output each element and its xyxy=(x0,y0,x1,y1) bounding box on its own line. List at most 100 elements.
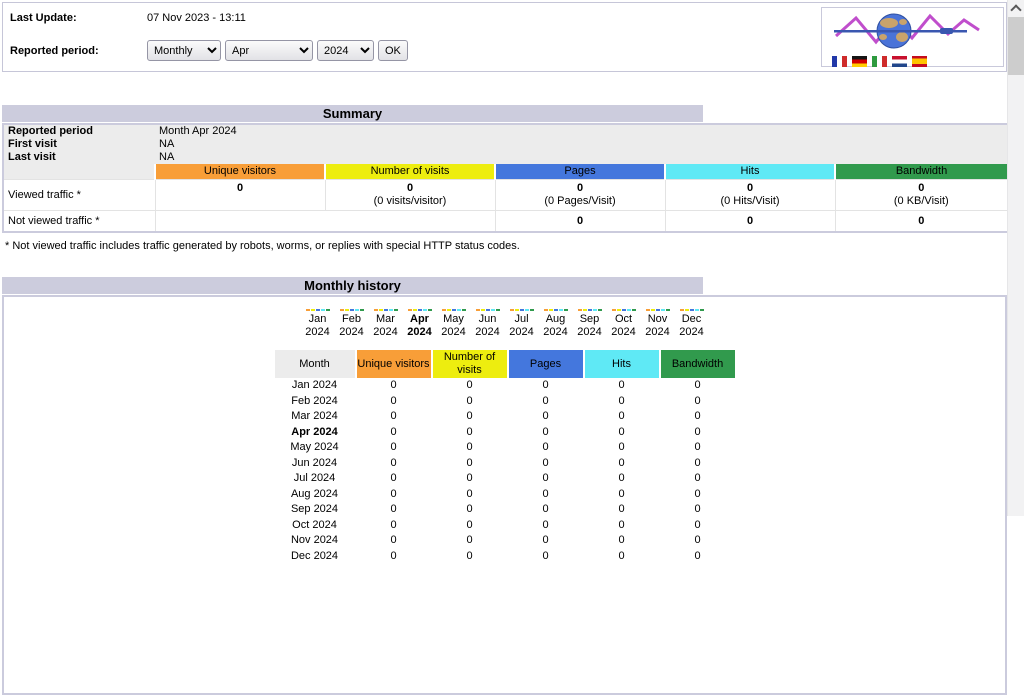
chart-bars xyxy=(607,307,641,311)
chart-month-year: 2024 xyxy=(475,326,500,338)
mh-value-cell: 0 xyxy=(390,441,397,454)
mh-value-cell: 0 xyxy=(542,456,549,469)
chart-month-label: Jun xyxy=(478,313,497,325)
mh-month-cell: Jun 2024 xyxy=(291,456,338,469)
awstats-page: Last Update: 07 Nov 2023 - 13:11 Reported… xyxy=(2,2,1010,695)
chart-bars xyxy=(471,307,505,311)
mh-value-cell: 0 xyxy=(694,410,701,423)
chart-month-year: 2024 xyxy=(373,326,398,338)
mh-value-cell: 0 xyxy=(694,379,701,392)
chart-bar xyxy=(388,309,393,311)
mh-value-cell: 0 xyxy=(466,518,473,531)
mh-value-cell: 0 xyxy=(694,425,701,438)
chart-bar xyxy=(563,309,568,311)
chart-month-label: Jan xyxy=(308,313,327,325)
summary-column-header: Pages xyxy=(494,164,666,180)
viewed-traffic-value: 0 (0 KB/Visit) xyxy=(834,179,1009,211)
flag-fr-icon[interactable] xyxy=(832,56,847,67)
chart-bar xyxy=(461,309,466,311)
chart-bar xyxy=(616,309,621,311)
chart-bar xyxy=(349,309,354,311)
flag-de-icon[interactable] xyxy=(852,56,867,67)
chart-month-year: 2024 xyxy=(679,326,704,338)
mh-value-cell: 0 xyxy=(390,549,397,562)
scroll-up-button[interactable] xyxy=(1008,0,1024,16)
chart-month-label: May xyxy=(443,313,464,325)
chart-bar xyxy=(378,309,383,311)
chart-bars xyxy=(539,307,573,311)
chart-month-year: 2024 xyxy=(305,326,330,338)
mh-month-cell: Aug 2024 xyxy=(290,487,339,500)
not-viewed-empty-cell xyxy=(154,210,496,233)
mh-month-cell: Mar 2024 xyxy=(291,410,338,423)
mh-row: Dec 2024 0 0 0 0 0 xyxy=(275,549,735,565)
period-month-select[interactable]: Apr xyxy=(225,40,313,61)
first-visit-label: First visit xyxy=(3,138,155,151)
chart-month: Jul 2024 xyxy=(505,307,539,339)
chart-bar xyxy=(582,309,587,311)
chart-bar xyxy=(485,309,490,311)
mh-value-cell: 0 xyxy=(618,410,625,423)
chart-bar xyxy=(495,309,500,311)
mh-value-cell: 0 xyxy=(390,534,397,547)
mh-value-cell: 0 xyxy=(542,410,549,423)
ok-button[interactable]: OK xyxy=(378,40,408,61)
not-viewed-traffic-value: 0 xyxy=(664,210,836,233)
report-header: Last Update: 07 Nov 2023 - 13:11 Reported… xyxy=(2,2,1007,72)
mh-month-cell: Apr 2024 xyxy=(291,425,338,438)
last-update-value: 07 Nov 2023 - 13:11 xyxy=(147,12,246,24)
flag-nl-icon[interactable] xyxy=(892,56,907,67)
summary-column-header: Bandwidth xyxy=(833,164,1010,180)
chart-month-label: Aug xyxy=(545,313,566,325)
chart-bar xyxy=(626,309,631,311)
chart-bar xyxy=(548,309,553,311)
mh-value-cell: 0 xyxy=(466,472,473,485)
mh-month-cell: Jan 2024 xyxy=(291,379,338,392)
period-year-select[interactable]: 2024 xyxy=(317,40,374,61)
mh-month-cell: Dec 2024 xyxy=(290,549,339,562)
chart-bar xyxy=(354,309,359,311)
chart-bars xyxy=(437,307,471,311)
mh-month-cell: Nov 2024 xyxy=(290,534,339,547)
not-viewed-footnote: * Not viewed traffic includes traffic ge… xyxy=(5,240,520,252)
chart-month-label: Oct xyxy=(614,313,633,325)
logo-box xyxy=(821,7,1004,67)
chart-month-label: Sep xyxy=(579,313,600,325)
chart-bar xyxy=(339,309,344,311)
chart-bar xyxy=(660,309,665,311)
mh-value-cell: 0 xyxy=(618,503,625,516)
last-visit-value: NA xyxy=(155,151,1009,164)
mh-value-cell: 0 xyxy=(618,456,625,469)
summary-table: Reported period Month Apr 2024 First vis… xyxy=(2,123,1010,233)
chart-month: Oct 2024 xyxy=(607,307,641,339)
mh-column-header: Hits xyxy=(584,350,659,378)
chart-month-label: Dec xyxy=(681,313,702,325)
scrollbar-thumb[interactable] xyxy=(1008,17,1024,75)
chart-bar xyxy=(587,309,592,311)
mh-value-cell: 0 xyxy=(694,503,701,516)
mh-value-cell: 0 xyxy=(466,487,473,500)
chart-month-label: Nov xyxy=(647,313,668,325)
summary-section-title: Summary xyxy=(2,105,703,122)
chart-bar xyxy=(320,309,325,311)
vertical-scrollbar[interactable] xyxy=(1007,0,1024,516)
value-main: 0 xyxy=(576,182,584,194)
chart-bars xyxy=(675,307,709,311)
summary-info-row: Last visit NA xyxy=(3,151,1009,164)
mh-value-cell: 0 xyxy=(542,425,549,438)
last-update-row: Last Update: 07 Nov 2023 - 13:11 xyxy=(10,12,246,24)
chevron-up-icon xyxy=(1010,3,1022,16)
flag-it-icon[interactable] xyxy=(872,56,887,67)
reported-period-label: Reported period: xyxy=(10,44,99,57)
chart-month: Nov 2024 xyxy=(641,307,675,339)
chart-bar xyxy=(529,309,534,311)
reported-period-summary-label: Reported period xyxy=(3,124,155,138)
mh-month-cell: Jul 2024 xyxy=(293,472,336,485)
value-sub: (0 visits/visitor) xyxy=(373,195,447,207)
chart-month: Jun 2024 xyxy=(471,307,505,339)
flag-es-icon[interactable] xyxy=(912,56,927,67)
viewed-traffic-value: 0 (0 visits/visitor) xyxy=(324,179,496,211)
monthly-history-chart: Jan 2024 Feb 2024 Mar 2024 Apr 2024 May 2024 Jun 20… xyxy=(4,307,1005,339)
period-type-select[interactable]: Monthly xyxy=(147,40,221,61)
mh-month-cell: Sep 2024 xyxy=(290,503,339,516)
